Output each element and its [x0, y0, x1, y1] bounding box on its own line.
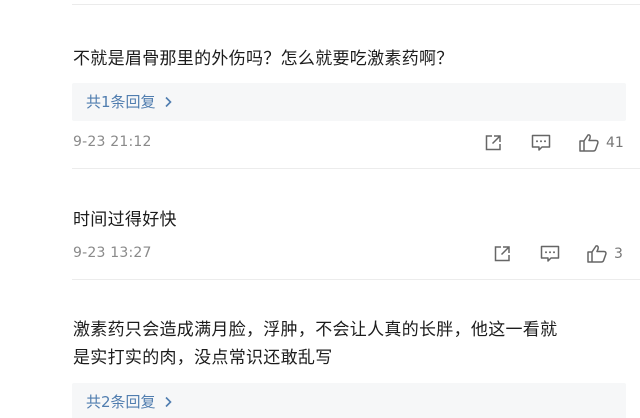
like-count: 3	[614, 246, 623, 262]
reply-count-label: 共2条回复	[86, 393, 156, 411]
comment-button[interactable]	[530, 133, 552, 153]
thumbs-up-icon	[579, 134, 599, 152]
chevron-right-icon	[164, 396, 172, 408]
comment-text: 时间过得好快	[73, 210, 177, 230]
share-button[interactable]	[483, 133, 503, 153]
divider	[72, 168, 640, 169]
divider	[72, 279, 640, 280]
comment-feed: 不就是眉骨那里的外伤吗？怎么就要吃激素药啊？ 共1条回复 9-23 21:12 …	[0, 0, 640, 418]
reply-summary: 共2条回复	[72, 383, 626, 418]
share-icon	[494, 246, 510, 262]
share-icon	[485, 135, 501, 151]
comment-timestamp: 9-23 13:27	[73, 245, 152, 261]
comment-meta: 9-23 21:12 41	[73, 133, 627, 157]
like-button[interactable]: 41	[578, 133, 624, 153]
reply-count-label: 共1条回复	[86, 93, 156, 111]
comment-text: 是实打实的肉，没点常识还敢乱写	[73, 348, 333, 368]
view-replies-link[interactable]: 共1条回复	[86, 92, 172, 112]
divider	[72, 4, 640, 5]
thumbs-up-icon	[587, 245, 607, 263]
comment-text: 激素药只会造成满月脸，浮肿，不会让人真的长胖，他这一看就	[73, 320, 558, 340]
comment-icon	[531, 134, 551, 151]
reply-summary: 共1条回复	[72, 83, 626, 121]
comment-text: 不就是眉骨那里的外伤吗？怎么就要吃激素药啊？	[73, 49, 454, 69]
chevron-right-icon	[164, 96, 172, 108]
share-button[interactable]	[492, 244, 512, 264]
like-count: 41	[606, 135, 624, 151]
comment-icon	[540, 245, 560, 262]
comment-meta: 9-23 13:27 3	[73, 244, 627, 268]
comment-button[interactable]	[539, 244, 561, 264]
like-button[interactable]: 3	[586, 244, 623, 264]
comment-timestamp: 9-23 21:12	[73, 134, 152, 150]
view-replies-link[interactable]: 共2条回复	[86, 392, 172, 412]
